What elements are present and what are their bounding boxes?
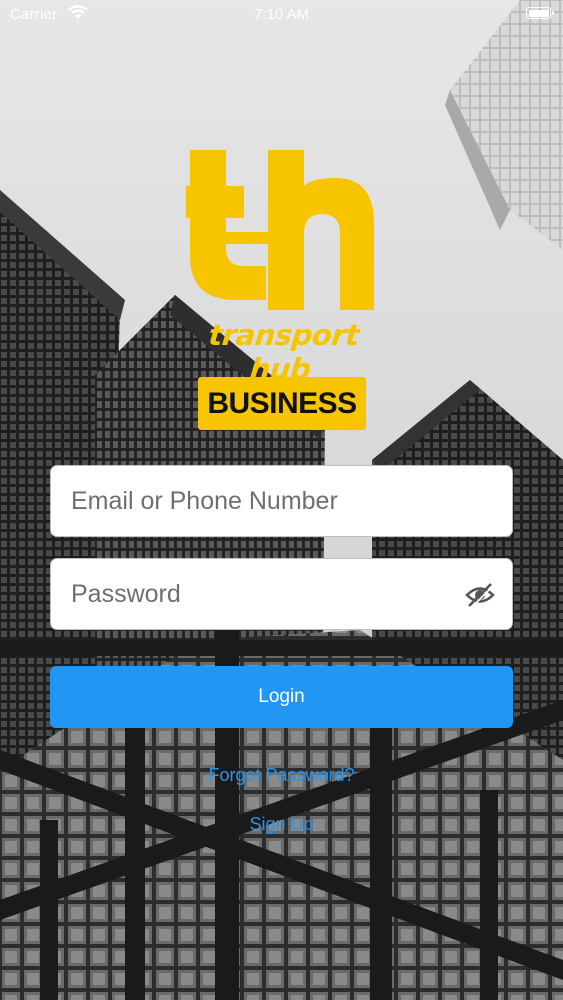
th-logo: [186, 150, 374, 310]
brand-name: transport hub: [207, 318, 361, 386]
battery-icon: [526, 7, 554, 19]
eye-off-icon[interactable]: [465, 581, 495, 609]
email-input[interactable]: [51, 466, 512, 536]
status-bar: Carrier 7:10 AM: [0, 0, 563, 30]
password-field-container: [50, 558, 513, 630]
status-time: 7:10 AM: [253, 6, 310, 23]
email-field-container: [50, 465, 513, 537]
login-button[interactable]: Login: [50, 666, 513, 728]
business-badge: BUSINESS: [198, 377, 366, 430]
sign-up-link[interactable]: Sign Up: [0, 814, 563, 835]
password-input[interactable]: [51, 559, 512, 629]
forgot-password-link[interactable]: Forgot Password?: [0, 765, 563, 786]
